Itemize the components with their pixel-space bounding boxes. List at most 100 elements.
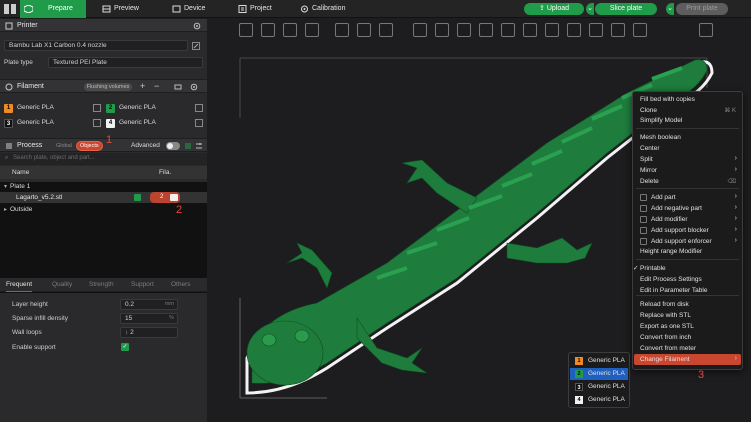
remove-filament-icon[interactable]: − bbox=[154, 81, 159, 91]
print-options-button[interactable]: ⌄ bbox=[666, 3, 674, 15]
context-menu-item-fill-bed-with-copies[interactable]: Fill bed with copies bbox=[634, 94, 741, 105]
visibility-checkbox[interactable] bbox=[134, 194, 141, 201]
tab-support[interactable]: Support bbox=[131, 281, 154, 288]
context-menu-item-edit-process-settings[interactable]: Edit Process Settings bbox=[634, 274, 741, 285]
edit-icon[interactable] bbox=[195, 104, 203, 112]
submenu-filament-1[interactable]: 1 Generic PLA bbox=[570, 355, 628, 367]
top-bar: Prepare Preview Device Project Calibrati… bbox=[0, 0, 751, 18]
object-list-header: Name Fila. bbox=[0, 166, 207, 179]
sync-icon[interactable] bbox=[174, 83, 182, 91]
name-column-header: Name bbox=[12, 169, 30, 176]
part-type-icon bbox=[640, 205, 647, 212]
slice-plate-button[interactable]: Slice plate bbox=[595, 3, 657, 15]
menu-item-label: Add part bbox=[651, 194, 676, 201]
context-menu-item-change-filament[interactable]: Change Filament › bbox=[634, 354, 741, 365]
enable-support-checkbox[interactable]: ✓ bbox=[121, 343, 129, 351]
context-menu-item-add-part[interactable]: Add part › bbox=[634, 192, 741, 203]
params-tabs: Frequent Quality Strength Support Others bbox=[0, 278, 207, 292]
tab-quality[interactable]: Quality bbox=[52, 281, 72, 288]
advanced-toggle[interactable] bbox=[166, 142, 180, 150]
submenu-filament-4[interactable]: 4 Generic PLA bbox=[570, 394, 628, 406]
settings-icon[interactable] bbox=[195, 142, 203, 150]
context-menu-item-mesh-boolean[interactable]: Mesh boolean bbox=[634, 132, 741, 143]
object-search[interactable]: ⌕ Search plate, object and part... bbox=[0, 153, 207, 165]
context-menu-item-printable[interactable]: Printable ✓ bbox=[633, 263, 741, 274]
wall-loops-input[interactable]: ↕ 2 bbox=[120, 327, 178, 338]
layer-height-input[interactable]: 0.2 mm bbox=[120, 299, 178, 310]
chevron-right-icon: › bbox=[734, 215, 737, 222]
tab-label: Prepare bbox=[48, 5, 73, 12]
edit-icon[interactable] bbox=[93, 104, 101, 112]
context-menu-item-add-negative-part[interactable]: Add negative part › bbox=[634, 203, 741, 214]
tab-frequent[interactable]: Frequent bbox=[6, 281, 33, 292]
context-menu-item-delete[interactable]: Delete ⌫ bbox=[634, 176, 741, 187]
print-plate-button[interactable]: Print plate bbox=[676, 3, 728, 15]
printer-name: Bambu Lab X1 Carbon 0.4 nozzle bbox=[9, 42, 107, 49]
chevron-right-icon: › bbox=[734, 237, 737, 244]
device-icon bbox=[172, 5, 181, 13]
menu-item-label: Edit in Parameter Table bbox=[640, 287, 708, 294]
submenu-filament-2[interactable]: 2 Generic PLA bbox=[570, 368, 628, 380]
context-menu-item-height-range-modifier[interactable]: Height range Modifier bbox=[634, 246, 741, 257]
process-icon bbox=[6, 143, 12, 149]
context-menu-item-export-as-one-stl[interactable]: Export as one STL bbox=[634, 321, 741, 332]
list-icon[interactable] bbox=[184, 142, 192, 150]
slice-options-button[interactable]: ⌄ bbox=[586, 3, 594, 15]
filament-name: Generic PLA bbox=[119, 119, 156, 126]
menu-item-label: Replace with STL bbox=[640, 312, 691, 319]
gear-icon[interactable] bbox=[193, 22, 201, 30]
printer-select[interactable]: Bambu Lab X1 Carbon 0.4 nozzle bbox=[4, 40, 188, 51]
edit-icon[interactable] bbox=[192, 42, 200, 50]
filament-slot-2[interactable]: 2 Generic PLA bbox=[106, 103, 203, 114]
plate-row[interactable]: ▾ Plate 1 bbox=[4, 182, 204, 191]
gear-icon[interactable] bbox=[190, 83, 198, 91]
filament-slot-4[interactable]: 4 Generic PLA bbox=[106, 118, 203, 129]
filament-title: Filament bbox=[17, 83, 44, 90]
context-menu-item-mirror[interactable]: Mirror › bbox=[634, 165, 741, 176]
global-toggle[interactable]: Global bbox=[56, 143, 72, 149]
context-menu-item-convert-from-inch[interactable]: Convert from inch bbox=[634, 332, 741, 343]
menu-item-label: Add support blocker bbox=[651, 227, 709, 234]
tab-others[interactable]: Others bbox=[171, 281, 191, 288]
objects-toggle[interactable]: Objects bbox=[76, 141, 103, 151]
checkmark-icon: ✓ bbox=[633, 265, 639, 272]
menu-item-label: Center bbox=[640, 145, 660, 152]
submenu-filament-3[interactable]: 3 Generic PLA bbox=[570, 381, 628, 393]
filament-slot-3[interactable]: 3 Generic PLA bbox=[4, 118, 101, 129]
printer-icon bbox=[5, 22, 13, 30]
tab-calibration[interactable]: Calibration bbox=[296, 0, 366, 18]
context-menu-item-reload-from-disk[interactable]: Reload from disk bbox=[634, 299, 741, 310]
menu-item-label: Clone bbox=[640, 107, 657, 114]
menu-separator bbox=[636, 259, 739, 260]
context-menu-item-replace-with-stl[interactable]: Replace with STL bbox=[634, 310, 741, 321]
context-menu-item-center[interactable]: Center bbox=[634, 143, 741, 154]
app-logo-icon[interactable] bbox=[4, 4, 16, 14]
filament-number: 3 bbox=[4, 119, 13, 128]
filament-slot-1[interactable]: 1 Generic PLA bbox=[4, 103, 101, 114]
context-menu-item-add-support-blocker[interactable]: Add support blocker › bbox=[634, 225, 741, 236]
plate-type-select[interactable]: Textured PEI Plate bbox=[48, 57, 203, 68]
filament-number: 1 bbox=[575, 357, 583, 365]
outside-row[interactable]: ▸ Outside bbox=[4, 205, 204, 214]
sparse-infill-input[interactable]: 15 % bbox=[120, 313, 178, 324]
flushing-volumes-button[interactable]: Flushing volumes bbox=[84, 83, 132, 91]
tab-strength[interactable]: Strength bbox=[89, 281, 114, 288]
tab-prepare[interactable]: Prepare bbox=[20, 0, 86, 18]
context-menu-item-convert-from-meter[interactable]: Convert from meter bbox=[634, 343, 741, 354]
menu-item-label: Simplify Model bbox=[640, 117, 683, 124]
context-menu-item-add-modifier[interactable]: Add modifier › bbox=[634, 214, 741, 225]
edit-icon[interactable] bbox=[93, 119, 101, 127]
filament-number: 4 bbox=[106, 119, 115, 128]
object-row[interactable]: Lagarto_v5.2.stl 2 bbox=[0, 192, 207, 203]
tab-preview[interactable]: Preview bbox=[98, 0, 158, 18]
object-filament-swatch[interactable] bbox=[170, 194, 178, 201]
add-filament-icon[interactable]: + bbox=[140, 81, 145, 91]
tab-device[interactable]: Device bbox=[168, 0, 228, 18]
context-menu-item-edit-in-parameter-table[interactable]: Edit in Parameter Table bbox=[634, 285, 741, 296]
context-menu-item-split[interactable]: Split › bbox=[634, 154, 741, 165]
layer-height-value: 0.2 bbox=[125, 301, 135, 308]
context-menu-item-simplify-model[interactable]: Simplify Model bbox=[634, 115, 741, 126]
upload-button[interactable]: ⇪ Upload bbox=[524, 3, 584, 15]
tab-project[interactable]: Project bbox=[234, 0, 294, 18]
edit-icon[interactable] bbox=[195, 119, 203, 127]
